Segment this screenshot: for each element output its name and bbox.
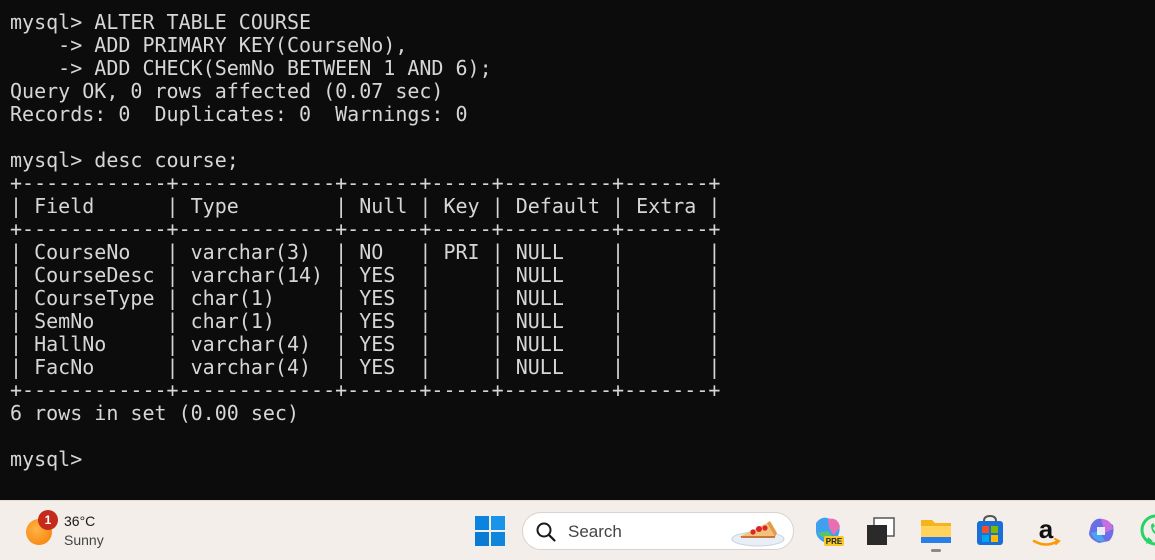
table-row: | HallNo | varchar(4) | YES | | NULL | | xyxy=(10,332,721,356)
windows-start-icon xyxy=(475,516,505,546)
terminal-prompt[interactable]: mysql> xyxy=(10,448,1155,471)
terminal-line: -> ADD PRIMARY KEY(CourseNo), xyxy=(10,33,408,57)
running-indicator xyxy=(931,549,941,552)
task-view-button[interactable] xyxy=(860,511,900,551)
table-row: | SemNo | char(1) | YES | | NULL | | xyxy=(10,309,721,333)
file-explorer-icon xyxy=(921,520,951,543)
copilot-button[interactable] xyxy=(1081,511,1121,551)
file-explorer-button[interactable] xyxy=(916,511,956,552)
start-button[interactable] xyxy=(470,511,510,551)
table-row: | CourseDesc | varchar(14) | YES | | NUL… xyxy=(10,263,721,287)
pre-label: PRE xyxy=(826,537,843,546)
weather-widget[interactable]: 1 36°C Sunny xyxy=(22,509,132,553)
search-highlight-pie-icon xyxy=(731,521,785,547)
amazon-button[interactable]: a xyxy=(1026,511,1066,551)
table-header-row: | Field | Type | Null | Key | Default | … xyxy=(10,194,721,218)
microsoft-store-icon xyxy=(977,514,1003,545)
notification-badge: 1 xyxy=(38,510,58,530)
terminal-window[interactable]: mysql> ALTER TABLE COURSE -> ADD PRIMARY… xyxy=(0,0,1155,500)
microsoft-store-button[interactable] xyxy=(970,511,1010,551)
terminal-line: 6 rows in set (0.00 sec) xyxy=(10,401,299,425)
copilot-pre-button[interactable]: PRE xyxy=(808,511,848,551)
table-border-line: +------------+-------------+------+-----… xyxy=(10,378,721,402)
terminal-output: mysql> ALTER TABLE COURSE -> ADD PRIMARY… xyxy=(0,0,1155,471)
copilot-pre-icon: PRE xyxy=(816,517,844,546)
table-border-line: +------------+-------------+------+-----… xyxy=(10,171,721,195)
terminal-line: Records: 0 Duplicates: 0 Warnings: 0 xyxy=(10,102,468,126)
terminal-line: -> ADD CHECK(SemNo BETWEEN 1 AND 6); xyxy=(10,56,492,80)
weather-condition: Sunny xyxy=(64,532,104,548)
table-row: | FacNo | varchar(4) | YES | | NULL | | xyxy=(10,355,721,379)
amazon-icon: a xyxy=(1032,514,1061,546)
whatsapp-button[interactable] xyxy=(1136,511,1155,551)
search-placeholder: Search xyxy=(568,522,622,541)
taskbar-search-box[interactable]: Search xyxy=(522,512,794,550)
taskbar: 1 36°C Sunny Search PRE a xyxy=(0,500,1155,560)
table-row: | CourseType | char(1) | YES | | NULL | … xyxy=(10,286,721,310)
table-row: | CourseNo | varchar(3) | NO | PRI | NUL… xyxy=(10,240,721,264)
svg-text:a: a xyxy=(1039,514,1054,544)
terminal-line: Query OK, 0 rows affected (0.07 sec) xyxy=(10,79,444,103)
terminal-line: mysql> desc course; xyxy=(10,148,239,172)
whatsapp-icon xyxy=(1140,514,1155,546)
search-icon xyxy=(536,522,556,542)
task-view-icon xyxy=(867,517,895,545)
terminal-line: mysql> ALTER TABLE COURSE xyxy=(10,10,312,34)
weather-temperature: 36°C xyxy=(64,513,96,529)
table-border-line: +------------+-------------+------+-----… xyxy=(10,217,721,241)
copilot-icon xyxy=(1089,518,1114,543)
